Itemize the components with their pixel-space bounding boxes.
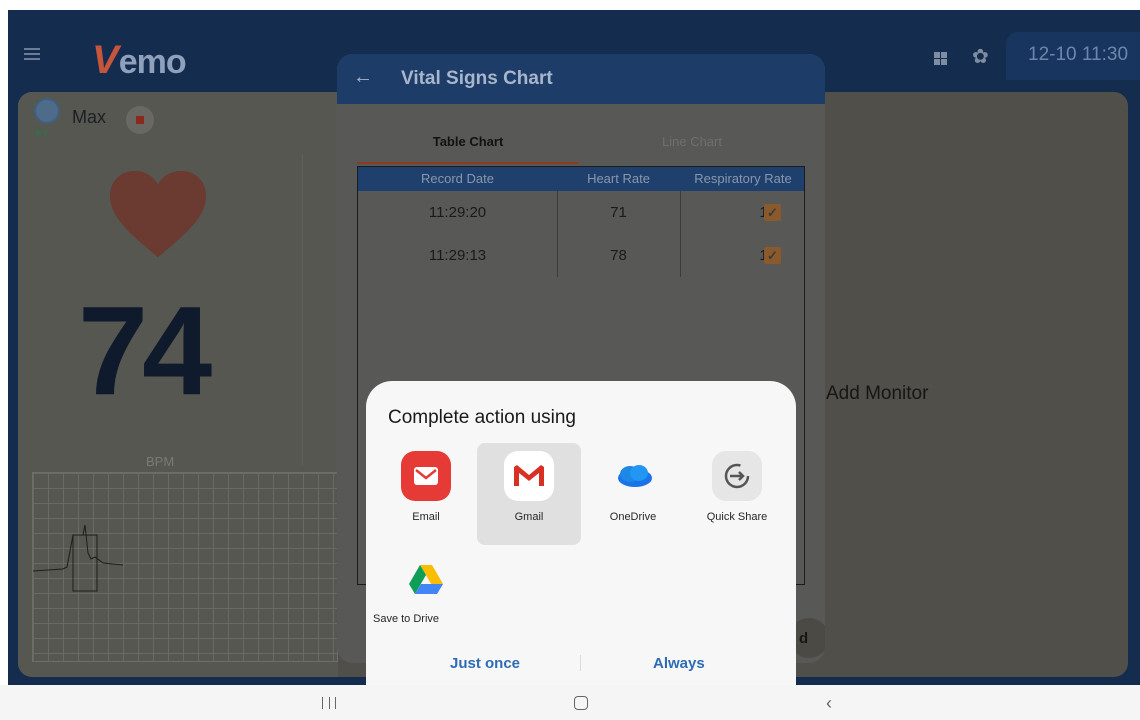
row-2-record-date: 11:29:13 (428, 247, 487, 264)
just-once-button[interactable]: Just once (450, 655, 520, 672)
column-header-respiratory-rate: Respiratory Rate (694, 171, 792, 186)
vital-signs-title: Vital Signs Chart (401, 68, 553, 89)
column-header-record-date: Record Date (421, 171, 494, 186)
grid-view-icon[interactable] (934, 52, 947, 65)
app-option-onedrive[interactable]: OneDrive (581, 443, 685, 545)
tab-indicator (357, 162, 579, 164)
android-navigation-bar: ‹ (0, 685, 1140, 720)
vemo-logo: Vemo (92, 38, 187, 83)
home-icon[interactable] (574, 696, 588, 710)
card-divider (302, 155, 303, 465)
logo-text: emo (118, 43, 187, 81)
row-2-heart-rate: 78 (610, 247, 627, 264)
quick-share-app-icon (712, 451, 762, 501)
patient-name: Max (72, 107, 107, 127)
heart-rate-unit: BPM (146, 454, 175, 469)
row-2-checkbox[interactable]: ✓ (764, 247, 781, 264)
complete-action-chooser: Complete action using Email Gmail OneDri… (366, 381, 796, 685)
back-icon[interactable]: ‹ (826, 693, 832, 714)
settings-gear-icon[interactable]: ✿ (972, 47, 989, 67)
table-header: Record Date Heart Rate Respiratory Rate (358, 167, 804, 191)
back-arrow-icon[interactable]: ← (353, 66, 373, 89)
heart-icon (110, 170, 206, 258)
app-option-email[interactable]: Email (374, 443, 478, 545)
app-option-quick-share[interactable]: Quick Share (685, 443, 789, 545)
vital-signs-header: ← Vital Signs Chart (337, 54, 825, 104)
tab-table-chart[interactable]: Table Chart (357, 134, 579, 149)
stop-record-button[interactable] (126, 106, 154, 134)
always-button[interactable]: Always (653, 655, 705, 672)
hamburger-menu-icon[interactable] (24, 48, 40, 60)
stop-icon (136, 116, 144, 124)
app-label-quick-share: Quick Share (706, 511, 768, 523)
row-1-checkbox[interactable]: ✓ (764, 204, 781, 221)
logo-letter-v: V (92, 38, 119, 82)
gmail-app-icon (504, 451, 554, 501)
app-label-gmail: Gmail (514, 511, 544, 523)
date-time-display: 12-10 11:30 (1006, 32, 1140, 80)
heart-rate-value: 74 (78, 280, 212, 421)
app-option-gmail[interactable]: Gmail (477, 443, 581, 545)
column-header-heart-rate: Heart Rate (587, 171, 650, 186)
chooser-title: Complete action using (388, 407, 576, 428)
patient-avatar (34, 98, 60, 124)
bluetooth-heart-status-icon: ✱♥ (34, 128, 49, 139)
ecg-trace (32, 524, 124, 592)
app-label-save-to-drive: Save to Drive (372, 613, 440, 625)
email-app-icon (401, 451, 451, 501)
screen: Vemo ✿ 12-10 11:30 ✱♥ Max 74 BPM Add Mon… (0, 0, 1140, 720)
row-1-heart-rate: 71 (610, 204, 627, 221)
row-1-record-date: 11:29:20 (428, 204, 487, 221)
google-drive-app-icon (401, 553, 451, 603)
app-label-email: Email (412, 511, 440, 523)
add-monitor-label[interactable]: Add Monitor (826, 383, 928, 405)
tab-line-chart[interactable]: Line Chart (581, 134, 803, 149)
onedrive-app-icon (608, 451, 658, 501)
button-divider (580, 655, 581, 671)
row-2-respiratory-rate: 15 (680, 247, 776, 264)
app-option-save-to-drive[interactable]: Save to Drive (373, 545, 478, 647)
ecg-waveform-grid (32, 472, 338, 662)
row-1-respiratory-rate: 15 (680, 204, 776, 221)
app-label-onedrive: OneDrive (609, 511, 657, 523)
recents-icon[interactable] (322, 697, 336, 709)
